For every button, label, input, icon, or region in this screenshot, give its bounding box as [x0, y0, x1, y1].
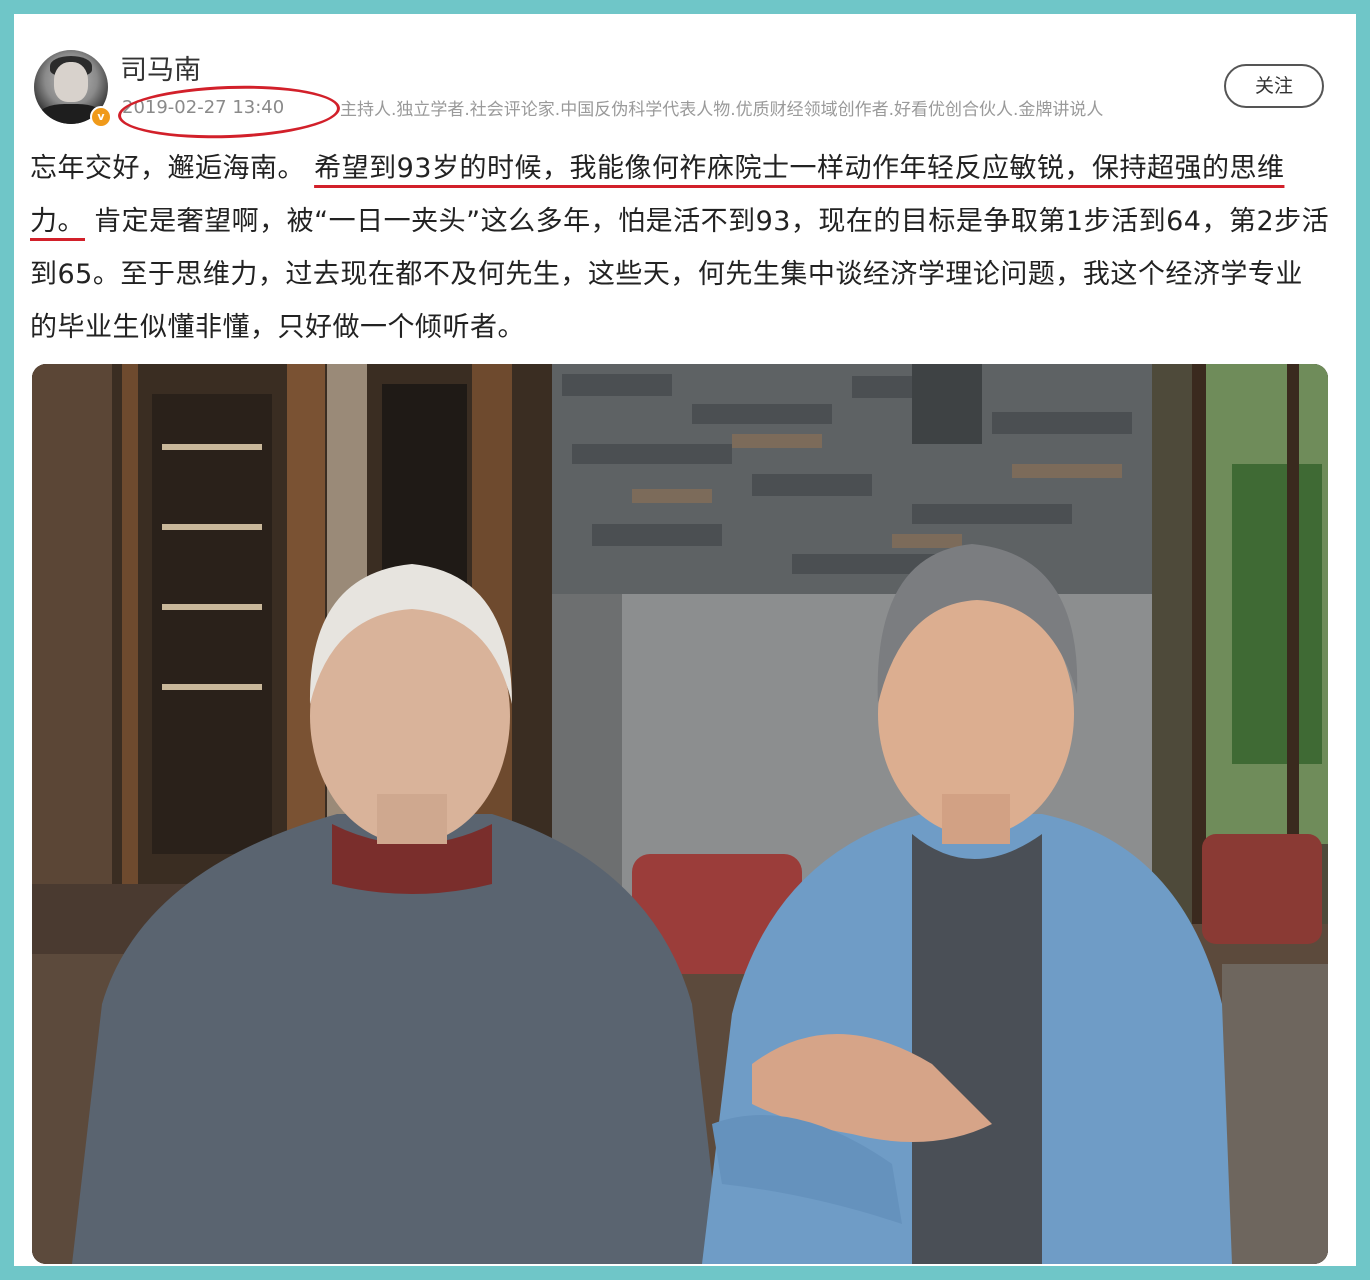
post-text-intro: 忘年交好，邂逅海南。: [30, 153, 305, 184]
author-name[interactable]: 司马南: [120, 54, 201, 88]
follow-button[interactable]: 关注: [1224, 64, 1324, 108]
author-bio: 主持人.独立学者.社会评论家.中国反伪科学代表人物.优质财经领域创作者.好看优创…: [340, 100, 1104, 120]
post-card: v 司马南 2019-02-27 13:40 主持人.独立学者.社会评论家.中国…: [14, 14, 1356, 1266]
photo-illustration: [32, 364, 1328, 1264]
post-text-rest: 肯定是奢望啊，被“一日一夹头”这么多年，怕是活不到93，现在的目标是争取第1步活…: [30, 206, 1330, 343]
verified-badge-icon: v: [90, 106, 112, 128]
post-body: 忘年交好，邂逅海南。 希望到93岁的时候，我能像何祚庥院士一样动作年轻反应敏锐，…: [30, 142, 1330, 354]
post-photo[interactable]: [32, 364, 1328, 1264]
post-timestamp: 2019-02-27 13:40: [122, 97, 285, 118]
